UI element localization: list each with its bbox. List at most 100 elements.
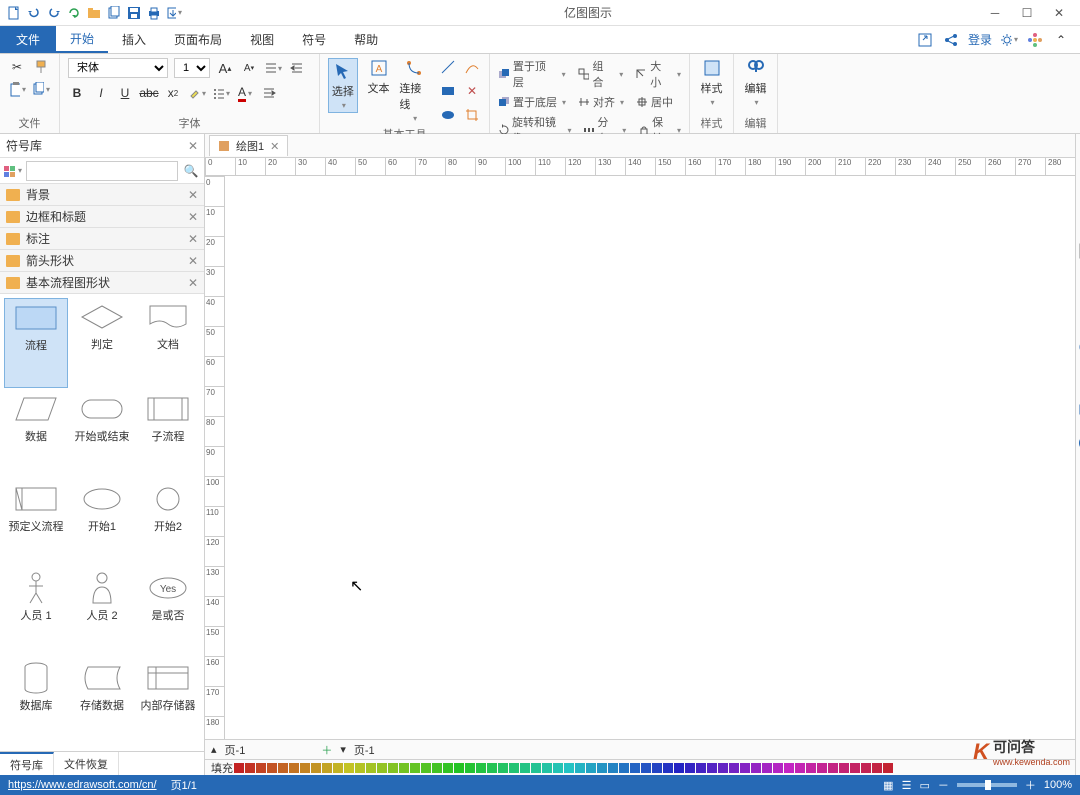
color-swatch[interactable] [520, 763, 530, 773]
panel-tab-recovery[interactable]: 文件恢复 [54, 752, 119, 775]
color-swatch[interactable] [872, 763, 882, 773]
color-swatch[interactable] [377, 763, 387, 773]
category-flowchart[interactable]: 基本流程图形状✕ [0, 272, 204, 294]
category-callout[interactable]: 标注✕ [0, 228, 204, 250]
tab-symbols[interactable]: 符号 [288, 26, 340, 53]
color-swatch[interactable] [564, 763, 574, 773]
shape-decision[interactable]: 判定 [70, 298, 134, 388]
underline-icon[interactable]: U [116, 84, 134, 102]
refresh-icon[interactable] [66, 5, 82, 21]
page-prop-icon[interactable] [1076, 304, 1080, 326]
cut-icon[interactable]: ✂ [8, 58, 26, 76]
share-icon[interactable] [942, 31, 960, 49]
color-swatch[interactable] [410, 763, 420, 773]
bullets-icon[interactable] [212, 84, 230, 102]
zoom-in-icon[interactable]: ＋ [1025, 777, 1036, 793]
shape-internal-storage[interactable]: 内部存储器 [136, 659, 200, 747]
view-outline-icon[interactable]: ☰ [902, 779, 912, 792]
zoom-out-icon[interactable]: － [938, 777, 949, 793]
color-swatch[interactable] [509, 763, 519, 773]
color-swatch[interactable] [355, 763, 365, 773]
help-icon[interactable]: ? [1076, 432, 1080, 454]
color-swatch[interactable] [289, 763, 299, 773]
font-color-icon[interactable]: A [236, 84, 254, 102]
doc-tab[interactable]: 绘图1 ✕ [209, 135, 288, 156]
crop-tool-icon[interactable] [463, 106, 481, 124]
color-swatch[interactable] [333, 763, 343, 773]
italic-icon[interactable]: I [92, 84, 110, 102]
color-swatch[interactable] [883, 763, 893, 773]
shape-data[interactable]: 数据 [4, 390, 68, 478]
image-icon[interactable] [1076, 240, 1080, 262]
color-swatch[interactable] [256, 763, 266, 773]
color-swatch[interactable] [542, 763, 552, 773]
export-icon[interactable] [166, 5, 182, 21]
color-swatch[interactable] [718, 763, 728, 773]
line-tool-icon[interactable] [439, 58, 457, 76]
bring-front-btn[interactable]: 置于顶层 [498, 58, 566, 90]
ellipse-shape-icon[interactable] [439, 106, 457, 124]
select-tool[interactable]: 选择 [328, 58, 358, 113]
indent-right-icon[interactable] [288, 59, 306, 77]
color-swatch[interactable] [575, 763, 585, 773]
new-doc-icon[interactable] [6, 5, 22, 21]
tab-start[interactable]: 开始 [56, 26, 108, 53]
shape-start1[interactable]: 开始1 [70, 480, 134, 568]
font-name-select[interactable]: 宋体 [68, 58, 168, 78]
color-swatch[interactable] [322, 763, 332, 773]
zoom-value[interactable]: 100% [1044, 779, 1072, 791]
text-tool[interactable]: A文本 [364, 58, 394, 96]
page-label[interactable]: 页-1 [225, 742, 246, 758]
color-swatch[interactable] [806, 763, 816, 773]
page-up-icon[interactable]: ▴ [211, 743, 217, 756]
color-swatch[interactable] [454, 763, 464, 773]
panel-close-icon[interactable]: ✕ [188, 139, 198, 153]
search-icon[interactable]: 🔍 [182, 162, 200, 180]
maximize-icon[interactable]: ☐ [1020, 6, 1034, 20]
layer-icon[interactable] [1076, 272, 1080, 294]
center-btn[interactable]: 居中 [636, 94, 673, 110]
color-swatch[interactable] [817, 763, 827, 773]
bold-icon[interactable]: B [68, 84, 86, 102]
color-swatch[interactable] [399, 763, 409, 773]
color-swatch[interactable] [652, 763, 662, 773]
tab-insert[interactable]: 插入 [108, 26, 160, 53]
status-url[interactable]: https://www.edrawsoft.com/cn/ [8, 779, 157, 791]
shape-subprocess[interactable]: 子流程 [136, 390, 200, 478]
strike-icon[interactable]: abc [140, 84, 158, 102]
align-btn[interactable]: 对齐 [578, 94, 624, 110]
font-size-select[interactable]: 10 [174, 58, 210, 78]
color-swatch[interactable] [861, 763, 871, 773]
paste-icon[interactable] [8, 80, 26, 98]
style-btn[interactable]: 样式 [698, 58, 725, 107]
color-swatch[interactable] [487, 763, 497, 773]
color-swatch[interactable] [850, 763, 860, 773]
format-painter-icon[interactable] [32, 58, 50, 76]
theme-icon[interactable] [1076, 144, 1080, 166]
shape-terminator[interactable]: 开始或结束 [70, 390, 134, 478]
category-background[interactable]: 背景✕ [0, 184, 204, 206]
shape-yesno[interactable]: Yes是或否 [136, 569, 200, 657]
category-arrow[interactable]: 箭头形状✕ [0, 250, 204, 272]
rect-shape-icon[interactable] [439, 82, 457, 100]
color-swatch[interactable] [586, 763, 596, 773]
shape-process[interactable]: 流程 [4, 298, 68, 388]
color-swatch[interactable] [344, 763, 354, 773]
collapse-ribbon-icon[interactable]: ⌃ [1052, 31, 1070, 49]
comment-icon[interactable]: ••• [1076, 400, 1080, 422]
color-swatch[interactable] [366, 763, 376, 773]
fill-icon[interactable] [1076, 208, 1080, 230]
color-swatch[interactable] [641, 763, 651, 773]
login-link[interactable]: 登录 [968, 31, 992, 48]
find-btn[interactable]: 编辑 [742, 58, 769, 107]
shape-document[interactable]: 文档 [136, 298, 200, 388]
canvas[interactable]: ↖ [225, 176, 1075, 739]
copy-icon[interactable] [32, 80, 50, 98]
search-input[interactable] [26, 161, 178, 181]
subscript-icon[interactable]: x2 [164, 84, 182, 102]
color-swatch[interactable] [498, 763, 508, 773]
color-swatch[interactable] [267, 763, 277, 773]
globe-icon[interactable] [1076, 336, 1080, 358]
close-icon[interactable]: ✕ [1052, 6, 1066, 20]
save-icon[interactable] [126, 5, 142, 21]
